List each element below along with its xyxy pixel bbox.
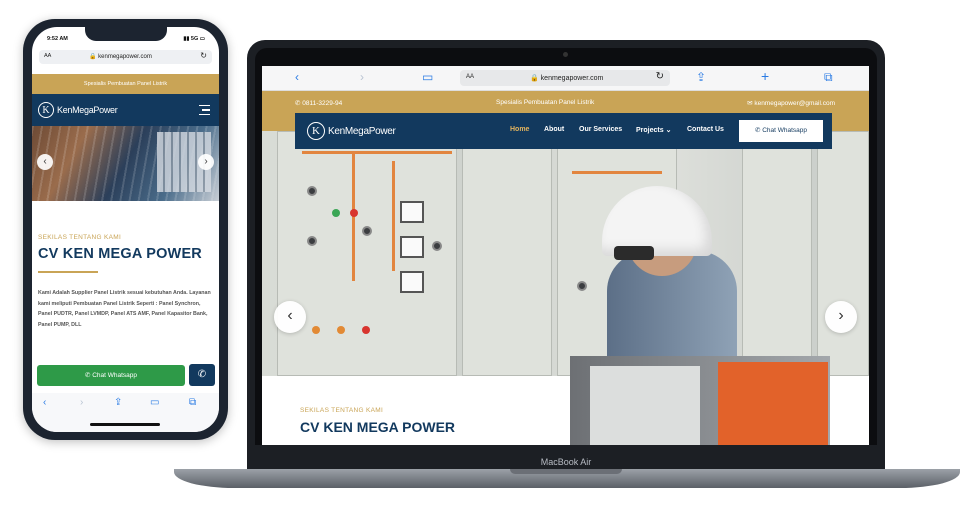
reader-aa-button[interactable]: AA bbox=[466, 74, 474, 80]
reader-aa-button[interactable]: AA bbox=[44, 53, 51, 59]
about-title: CV KEN MEGA POWER bbox=[300, 419, 456, 435]
status-indicators: ▮▮ 5G ▭ bbox=[183, 36, 205, 42]
whatsapp-icon: ✆ bbox=[754, 127, 761, 134]
hamburger-menu-icon[interactable] bbox=[199, 105, 210, 118]
nav-home[interactable]: Home bbox=[510, 126, 529, 133]
logo-text: KenMegaPower bbox=[57, 105, 118, 115]
forward-icon[interactable]: › bbox=[80, 397, 83, 408]
slider-prev-button[interactable]: ‹ bbox=[37, 154, 53, 170]
hero-next-button[interactable]: › bbox=[825, 301, 857, 333]
phone-tagline-bar: Spesialis Pembuatan Panel Listrik bbox=[32, 74, 219, 94]
phone-icon: ✆ bbox=[197, 369, 207, 380]
whatsapp-icon: ✆ bbox=[295, 100, 301, 107]
browser-toolbar: ‹ › ▭ AA 🔒 kenmegapower.com ↻ ⇪ + ⧉ bbox=[262, 66, 869, 91]
phone-url: 🔒 kenmegapower.com bbox=[89, 54, 152, 60]
phone-title: CV KEN MEGA POWER bbox=[38, 246, 202, 262]
reload-icon[interactable]: ↻ bbox=[200, 51, 207, 60]
site-logo[interactable]: K KenMegaPower bbox=[38, 102, 118, 118]
lock-icon: 🔒 bbox=[89, 54, 97, 60]
hero-slider: ‹ › bbox=[262, 131, 869, 376]
slider-next-button[interactable]: › bbox=[198, 154, 214, 170]
nav-about[interactable]: About bbox=[544, 126, 564, 133]
phone-description: Kami Adalah Supplier Panel Listrik sesua… bbox=[38, 290, 211, 328]
mail-icon: ✉ bbox=[747, 100, 753, 107]
hero-prev-button[interactable]: ‹ bbox=[274, 301, 306, 333]
phone-screen: 9:52 AM ▮▮ 5G ▭ AA 🔒 kenmegapower.com ↻ … bbox=[32, 27, 219, 432]
tabs-icon[interactable]: ⧉ bbox=[189, 397, 196, 408]
share-icon[interactable]: ⇪ bbox=[114, 397, 122, 408]
bookmarks-icon[interactable]: ▭ bbox=[150, 397, 159, 408]
back-icon[interactable]: ‹ bbox=[43, 397, 46, 408]
whatsapp-button[interactable]: ✆ Chat Whatsapp bbox=[739, 120, 823, 142]
phone-navbar: K KenMegaPower bbox=[32, 94, 219, 126]
laptop-screen: ‹ › ▭ AA 🔒 kenmegapower.com ↻ ⇪ + ⧉ ✆ 08… bbox=[262, 66, 869, 445]
url-text: 🔒 kenmegapower.com bbox=[530, 75, 604, 82]
logo-k-icon: K bbox=[307, 122, 325, 140]
nav-contact[interactable]: Contact Us bbox=[687, 126, 724, 133]
site-logo[interactable]: K KenMegaPower bbox=[307, 122, 396, 140]
phone-browser-toolbar: ‹ › ⇪ ▭ ⧉ bbox=[32, 393, 219, 432]
share-icon[interactable]: ⇪ bbox=[696, 70, 706, 84]
forward-icon[interactable]: › bbox=[360, 70, 364, 84]
about-subheading: SEKILAS TENTANG KAMI bbox=[300, 407, 384, 414]
tagline: Spesialis Pembuatan Panel Listrik bbox=[496, 99, 595, 106]
camera-icon bbox=[563, 52, 568, 57]
main-navbar: K KenMegaPower Home About Our Services P… bbox=[295, 113, 832, 149]
title-underline bbox=[38, 271, 98, 273]
address-bar[interactable]: AA 🔒 kenmegapower.com ↻ bbox=[460, 70, 670, 86]
new-tab-icon[interactable]: + bbox=[761, 68, 769, 84]
phone-notch bbox=[85, 27, 167, 41]
whatsapp-icon: ✆ bbox=[84, 372, 91, 379]
sidebar-icon[interactable]: ▭ bbox=[422, 70, 433, 84]
phone-whatsapp-button[interactable]: ✆ Chat Whatsapp bbox=[37, 365, 185, 386]
phone-contact[interactable]: ✆ 0811-3229-94 bbox=[295, 99, 342, 107]
status-time: 9:52 AM bbox=[47, 36, 68, 42]
nav-projects[interactable]: Projects ⌄ bbox=[636, 126, 671, 134]
phone-subheading: SEKILAS TENTANG KAMI bbox=[38, 234, 122, 241]
phone-hero-image: ‹ › bbox=[32, 126, 219, 201]
back-icon[interactable]: ‹ bbox=[295, 70, 299, 84]
nav-services[interactable]: Our Services bbox=[579, 126, 622, 133]
home-indicator bbox=[90, 423, 160, 426]
logo-k-icon: K bbox=[38, 102, 54, 118]
phone-call-button[interactable]: ✆ bbox=[189, 364, 215, 386]
lock-icon: 🔒 bbox=[530, 75, 539, 82]
tabs-icon[interactable]: ⧉ bbox=[824, 70, 833, 85]
phone-address-bar[interactable]: AA 🔒 kenmegapower.com ↻ bbox=[39, 50, 212, 64]
email-contact[interactable]: ✉ kenmegapower@gmail.com bbox=[747, 99, 835, 107]
about-panel-image bbox=[570, 356, 830, 445]
reload-icon[interactable]: ↻ bbox=[656, 71, 664, 82]
logo-text: KenMegaPower bbox=[328, 125, 396, 137]
phone-mockup: 9:52 AM ▮▮ 5G ▭ AA 🔒 kenmegapower.com ↻ … bbox=[23, 19, 228, 440]
laptop-brand: MacBook Air bbox=[540, 457, 592, 467]
